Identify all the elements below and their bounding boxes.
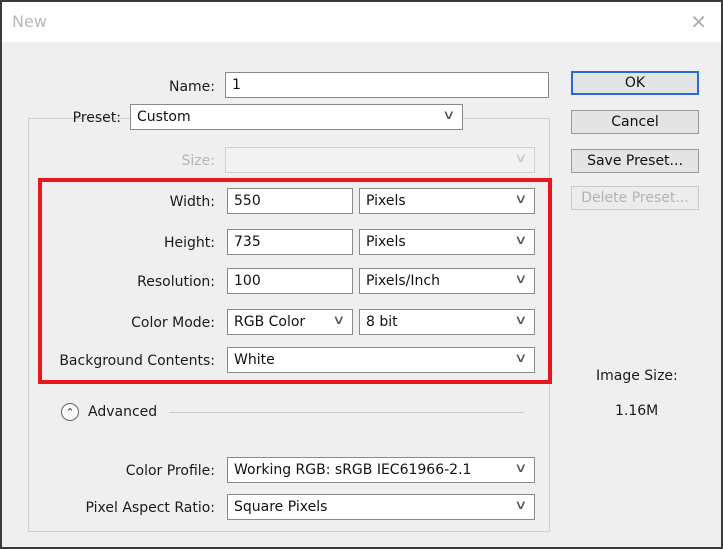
collapse-chevron-up-icon[interactable]: ⌃ bbox=[61, 403, 79, 421]
ok-button[interactable]: OK bbox=[571, 71, 699, 95]
color-profile-value: Working RGB: sRGB IEC61966-2.1 bbox=[234, 462, 472, 478]
image-size-value: 1.16M bbox=[615, 403, 659, 419]
color-profile-select[interactable]: Working RGB: sRGB IEC61966-2.1 ∨ bbox=[227, 457, 535, 483]
image-size-label: Image Size: bbox=[596, 368, 678, 384]
advanced-label[interactable]: Advanced bbox=[88, 404, 157, 420]
close-icon[interactable]: ✕ bbox=[690, 10, 707, 34]
pixel-aspect-ratio-select[interactable]: Square Pixels ∨ bbox=[227, 494, 535, 520]
cancel-button[interactable]: Cancel bbox=[571, 110, 699, 134]
chevron-down-icon: ∨ bbox=[514, 498, 528, 513]
chevron-down-icon: ∨ bbox=[514, 461, 528, 476]
preset-label: Preset: bbox=[72, 110, 121, 126]
delete-preset-button: Delete Preset... bbox=[571, 186, 699, 210]
preset-value: Custom bbox=[137, 109, 191, 125]
name-label: Name: bbox=[168, 79, 215, 95]
highlight-box bbox=[38, 178, 552, 384]
name-field[interactable]: 1 bbox=[225, 72, 549, 98]
size-label: Size: bbox=[181, 153, 215, 169]
chevron-down-icon: ∨ bbox=[514, 151, 528, 166]
dialog-title: New bbox=[12, 12, 47, 31]
preset-select[interactable]: Custom ∨ bbox=[130, 104, 463, 130]
title-bar: New ✕ bbox=[2, 2, 721, 42]
color-profile-label: Color Profile: bbox=[125, 463, 215, 479]
chevron-down-icon: ∨ bbox=[442, 108, 456, 123]
pixel-aspect-ratio-label: Pixel Aspect Ratio: bbox=[85, 500, 216, 516]
size-select: ∨ bbox=[225, 147, 535, 173]
advanced-separator bbox=[169, 412, 524, 413]
save-preset-button[interactable]: Save Preset... bbox=[571, 149, 699, 173]
new-document-dialog: New ✕ Name: 1 Preset: Custom ∨ Size: ∨ W… bbox=[0, 0, 723, 549]
pixel-aspect-ratio-value: Square Pixels bbox=[234, 499, 328, 515]
